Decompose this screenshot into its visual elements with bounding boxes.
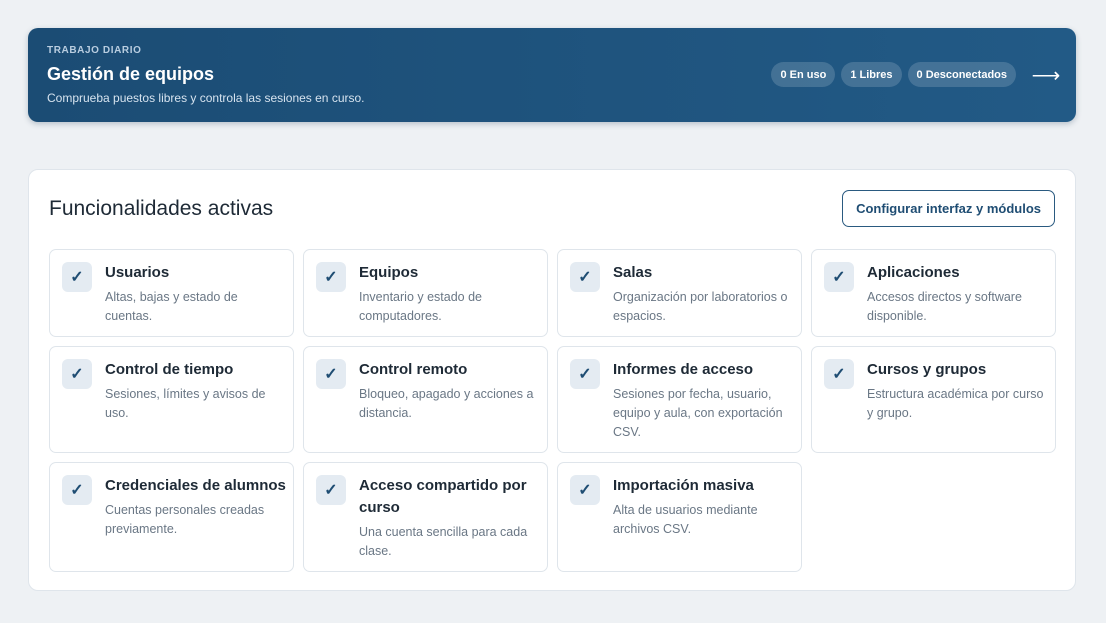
panel-title: Funcionalidades activas [49, 197, 274, 220]
feature-title: Control remoto [359, 361, 468, 378]
feature-description: Altas, bajas y estado de cuentas. [105, 290, 238, 323]
feature-card-usuarios[interactable]: ✓ Usuarios Altas, bajas y estado de cuen… [49, 249, 294, 337]
feature-description: Una cuenta sencilla para cada clase. [359, 525, 528, 558]
banner-eyebrow: TRABAJO DIARIO [47, 45, 142, 56]
feature-title: Equipos [359, 264, 419, 281]
feature-title: Control de tiempo [105, 361, 234, 378]
feature-card-salas[interactable]: ✓ Salas Organización por laboratorios o … [557, 249, 802, 337]
in-use-badge: 0 En uso [771, 62, 836, 87]
feature-description: Organización por laboratorios o espacios… [613, 290, 788, 323]
feature-card-control-de-tiempo[interactable]: ✓ Control de tiempo Sesiones, límites y … [49, 346, 294, 453]
check-icon: ✓ [570, 475, 600, 505]
configure-modules-button[interactable]: Configurar interfaz y módulos [842, 190, 1055, 227]
feature-title: Salas [613, 264, 653, 281]
free-badge: 1 Libres [841, 62, 902, 87]
feature-description: Sesiones por fecha, usuario, equipo y au… [613, 387, 783, 439]
feature-title: Credenciales de alumnos [105, 477, 286, 494]
feature-title: Aplicaciones [867, 264, 960, 281]
feature-title: Importación masiva [613, 477, 754, 494]
check-icon: ✓ [570, 359, 600, 389]
check-icon: ✓ [316, 359, 346, 389]
feature-description: Alta de usuarios mediante archivos CSV. [613, 503, 758, 536]
feature-description: Bloqueo, apagado y acciones a distancia. [359, 387, 534, 420]
feature-title: Usuarios [105, 264, 170, 281]
arrow-right-icon[interactable]: ⟶ [1032, 62, 1061, 88]
check-icon: ✓ [316, 262, 346, 292]
active-features-panel: Funcionalidades activas Configurar inter… [28, 169, 1076, 591]
feature-description: Estructura académica por curso y grupo. [867, 387, 1044, 420]
feature-card-equipos[interactable]: ✓ Equipos Inventario y estado de computa… [303, 249, 548, 337]
check-icon: ✓ [570, 262, 600, 292]
check-icon: ✓ [824, 262, 854, 292]
feature-description: Accesos directos y software disponible. [867, 290, 1022, 323]
feature-card-control-remoto[interactable]: ✓ Control remoto Bloqueo, apagado y acci… [303, 346, 548, 453]
feature-description: Cuentas personales creadas previamente. [105, 503, 265, 536]
feature-title: Informes de acceso [613, 361, 754, 378]
feature-card-informes-de-acceso[interactable]: ✓ Informes de acceso Sesiones por fecha,… [557, 346, 802, 453]
check-icon: ✓ [824, 359, 854, 389]
feature-title: Cursos y grupos [867, 361, 987, 378]
disconnected-badge: 0 Desconectados [907, 62, 1016, 87]
feature-card-credenciales-de-alumnos[interactable]: ✓ Credenciales de alumnos Cuentas person… [49, 462, 294, 572]
check-icon: ✓ [62, 475, 92, 505]
feature-card-aplicaciones[interactable]: ✓ Aplicaciones Accesos directos y softwa… [811, 249, 1056, 337]
feature-title: Acceso compartido por curso [359, 477, 527, 516]
check-icon: ✓ [62, 262, 92, 292]
check-icon: ✓ [316, 475, 346, 505]
banner-subtitle: Comprueba puestos libres y controla las … [47, 91, 365, 105]
feature-card-importacion-masiva[interactable]: ✓ Importación masiva Alta de usuarios me… [557, 462, 802, 572]
feature-description: Sesiones, límites y avisos de uso. [105, 387, 266, 420]
feature-description: Inventario y estado de computadores. [359, 290, 482, 323]
status-pills: 0 En uso 1 Libres 0 Desconectados [771, 62, 1016, 87]
feature-card-acceso-compartido[interactable]: ✓ Acceso compartido por curso Una cuenta… [303, 462, 548, 572]
check-icon: ✓ [62, 359, 92, 389]
team-management-banner[interactable]: TRABAJO DIARIO Gestión de equipos Compru… [28, 28, 1076, 122]
banner-title: Gestión de equipos [47, 64, 215, 84]
feature-card-cursos-y-grupos[interactable]: ✓ Cursos y grupos Estructura académica p… [811, 346, 1056, 453]
